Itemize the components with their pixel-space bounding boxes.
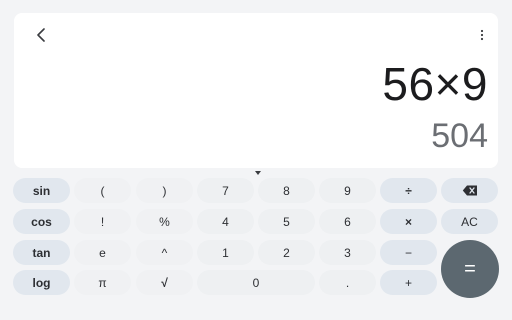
digit-6-label: 6 — [344, 214, 351, 229]
factorial-button[interactable]: ! — [74, 209, 131, 234]
plus-label: + — [404, 275, 412, 290]
plus-button[interactable]: + — [380, 270, 437, 295]
e-label: e — [99, 245, 106, 260]
backspace-icon — [462, 185, 477, 196]
open-paren-button[interactable]: ( — [74, 178, 131, 203]
tan-label: tan — [32, 245, 51, 260]
display-panel: 56×9 504 — [14, 13, 498, 168]
digit-1-label: 1 — [222, 245, 229, 260]
factorial-label: ! — [100, 214, 105, 229]
open-paren-label: ( — [100, 183, 105, 198]
log-button[interactable]: log — [13, 270, 70, 295]
power-label: ^ — [161, 245, 168, 260]
expand-handle[interactable] — [255, 162, 261, 175]
e-button[interactable]: e — [74, 240, 131, 265]
digit-7-button[interactable]: 7 — [197, 178, 254, 203]
pi-label: π — [98, 275, 107, 290]
digit-0-label: 0 — [252, 275, 260, 290]
digit-3-button[interactable]: 3 — [319, 240, 376, 265]
cos-button[interactable]: cos — [13, 209, 70, 234]
multiply-label: × — [404, 214, 412, 229]
equals-label: = — [464, 257, 476, 280]
expression-display: 56×9 — [382, 58, 488, 110]
percent-label: % — [159, 214, 170, 229]
sin-button[interactable]: sin — [13, 178, 70, 203]
more-options-button[interactable] — [470, 23, 494, 47]
cos-label: cos — [31, 214, 52, 229]
close-paren-label: ) — [162, 183, 167, 198]
digit-6-button[interactable]: 6 — [319, 209, 376, 234]
digit-1-button[interactable]: 1 — [197, 240, 254, 265]
log-label: log — [32, 275, 51, 290]
tan-button[interactable]: tan — [13, 240, 70, 265]
clear-label: AC — [461, 214, 478, 229]
drag-handle-icon — [255, 171, 261, 175]
more-vertical-icon — [480, 29, 484, 41]
pi-button[interactable]: π — [74, 270, 131, 295]
sqrt-button[interactable]: √ — [136, 270, 193, 295]
divide-button[interactable]: ÷ — [380, 178, 437, 203]
digit-5-button[interactable]: 5 — [258, 209, 315, 234]
digit-8-label: 8 — [283, 183, 290, 198]
digit-3-label: 3 — [344, 245, 351, 260]
sqrt-label: √ — [161, 275, 168, 290]
clear-button[interactable]: AC — [441, 209, 498, 234]
digit-2-button[interactable]: 2 — [258, 240, 315, 265]
digit-9-button[interactable]: 9 — [319, 178, 376, 203]
digit-5-label: 5 — [283, 214, 290, 229]
backspace-button[interactable] — [441, 178, 498, 203]
power-button[interactable]: ^ — [136, 240, 193, 265]
decimal-button[interactable]: . — [319, 270, 376, 295]
equals-button[interactable]: = — [441, 240, 499, 298]
decimal-label: . — [345, 275, 350, 290]
minus-label: − — [404, 245, 412, 260]
digit-8-button[interactable]: 8 — [258, 178, 315, 203]
back-button[interactable] — [30, 23, 54, 47]
result-display: 504 — [431, 117, 488, 155]
digit-2-label: 2 — [283, 245, 290, 260]
digit-7-label: 7 — [222, 183, 229, 198]
digit-0-button[interactable]: 0 — [197, 270, 315, 295]
chevron-left-icon — [37, 28, 45, 42]
digit-9-label: 9 — [344, 183, 351, 198]
divide-label: ÷ — [405, 183, 412, 198]
minus-button[interactable]: − — [380, 240, 437, 265]
close-paren-button[interactable]: ) — [136, 178, 193, 203]
multiply-button[interactable]: × — [380, 209, 437, 234]
sin-label: sin — [32, 183, 51, 198]
digit-4-button[interactable]: 4 — [197, 209, 254, 234]
digit-4-label: 4 — [222, 214, 229, 229]
percent-button[interactable]: % — [136, 209, 193, 234]
